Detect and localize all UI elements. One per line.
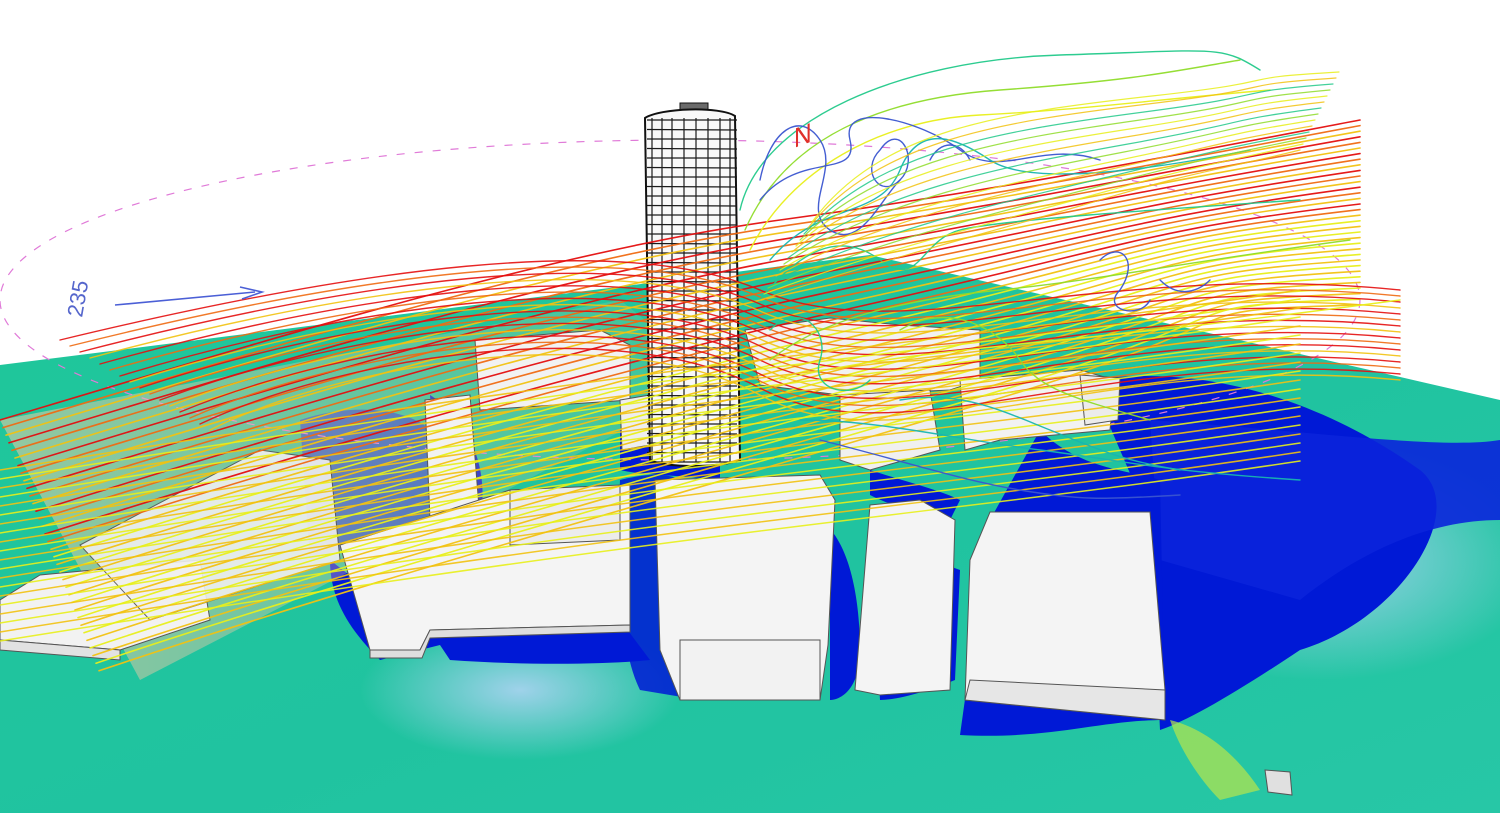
tower-floor-line	[646, 147, 738, 150]
tower-floor-line	[646, 128, 738, 131]
north-label: N	[794, 117, 812, 154]
tower-floor-line	[646, 318, 738, 321]
north-marker-icon: N	[794, 117, 812, 154]
tower-floor-line	[646, 242, 738, 245]
tower-floor-line	[646, 185, 738, 188]
tower-floor-line	[646, 166, 738, 169]
cfd-wind-scene: 235 N	[0, 50, 1500, 813]
tower-floor-line	[646, 280, 738, 283]
wind-direction-label: 235	[62, 278, 93, 319]
wind-direction: 235	[62, 278, 265, 319]
tower-floor-line	[646, 451, 738, 454]
tower-floor-line	[646, 413, 738, 416]
tower-floor-line	[646, 223, 738, 226]
tower-floor-line	[646, 204, 738, 207]
